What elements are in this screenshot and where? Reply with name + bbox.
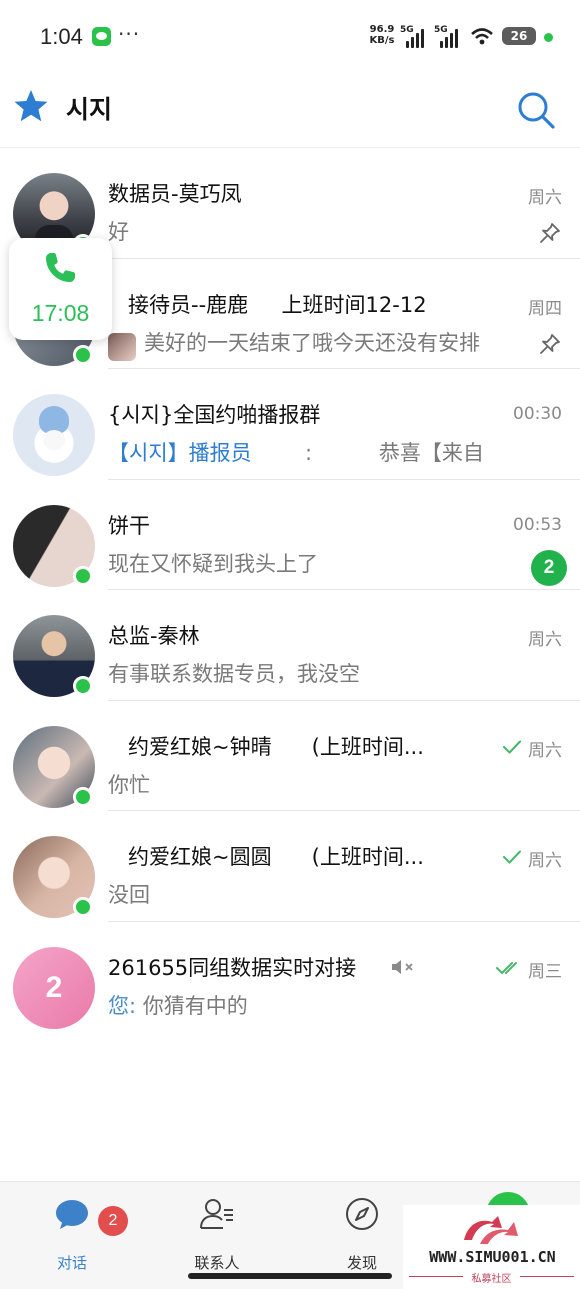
online-indicator [73,676,93,696]
contacts-icon [200,1199,233,1229]
wechat-notification-icon [92,27,111,46]
chat-name: 饼干 [108,513,150,538]
chat-bubble-icon [56,1200,88,1229]
watermark-logo-icon [464,1216,518,1244]
tab-chats[interactable]: 2 对话 [12,1194,132,1274]
pin-icon [540,333,560,354]
chat-time: 周三 [528,961,562,982]
chat-preview: 有事联系数据专员，我没空 [108,662,360,686]
chat-time: 00:53 [513,514,562,535]
chat-name: 261655同组数据实时对接 [108,955,357,980]
phone-icon [46,253,75,282]
online-indicator [73,344,93,365]
tab-label: 联系人 [194,1254,240,1272]
signal-icon-2: 5G [434,25,464,48]
chat-row[interactable]: 约爱红娘~钟晴 (上班时间... 你忙 周六 [0,701,580,811]
search-icon[interactable] [516,90,556,130]
chat-row[interactable]: {시지}全国约啪播报群 【시지】播报员 : 恭喜【来自 00:30 [0,369,580,480]
watermark-subtext: 私募社区 [471,1274,512,1285]
more-notifications-icon: ··· [118,22,141,46]
chat-time: 周六 [528,188,562,208]
chat-name: {시지}全国约啪播报群 [108,403,321,427]
chat-row[interactable]: 总监-秦林 有事联系数据专员，我没空 周六 [0,590,580,701]
online-indicator [73,565,93,586]
chat-preview: 现在又怀疑到我头上了 [108,551,318,576]
avatar [13,394,95,476]
tab-contacts[interactable]: 联系人 [157,1194,277,1274]
chat-row[interactable]: 饼干 现在又怀疑到我头上了 00:53 2 [0,480,580,590]
unread-badge: 2 [98,1206,128,1236]
chat-preview: 你忙 [108,772,150,797]
chat-name: 接待员--鹿鹿 上班时间12-12 [108,292,427,317]
chat-time: 周六 [528,740,562,761]
chat-time: 周四 [528,298,562,319]
preview-thumbnail [108,332,136,361]
compass-icon [346,1198,378,1230]
chat-preview: 没回 [108,883,150,907]
pin-icon [540,223,560,243]
home-indicator[interactable] [188,1273,392,1279]
chat-preview: 好 [108,220,129,244]
chat-preview: 【시지】播报员 : 恭喜【来自 [108,441,484,465]
call-duration: 17:08 [31,300,90,326]
status-dot [544,33,553,42]
muted-icon [392,959,413,974]
network-speed: 96.9 KB/s [369,24,395,46]
sent-check-icon [503,850,521,864]
watermark: WWW.SIMU001.CN 私募社区 [403,1205,580,1289]
chat-name: 总监-秦林 [108,624,200,648]
chat-name: 约爱红娘~圆圆 (上班时间... [108,845,424,869]
online-indicator [73,786,93,807]
signal-icon: 5G [400,25,430,48]
chat-time: 00:30 [513,404,562,424]
chat-name: 数据员-莫巧凤 [108,182,242,206]
chat-preview: 美好的一天结束了哦今天还没有安排 [144,330,480,355]
app-header: 시지 [0,74,580,148]
star-icon[interactable] [13,88,49,124]
chat-name: 约爱红娘~钟晴 (上班时间... [108,734,424,759]
status-time: 1:04 [40,24,83,49]
battery-icon: 26 [502,27,536,45]
watermark-text: WWW.SIMU001.CN [429,1248,556,1266]
chat-time: 周六 [528,630,562,650]
status-bar: 1:04 ··· 96.9 KB/s 5G 5G 26 [0,0,580,74]
online-indicator [73,897,93,917]
chat-time: 周六 [528,851,562,871]
tab-label: 对话 [56,1254,87,1272]
chat-row[interactable]: 2 261655同组数据实时对接 您: 你猜有中的 周三 [0,922,580,1033]
page-title: 시지 [66,95,113,124]
avatar: 2 [13,946,95,1029]
ongoing-call-widget[interactable]: 17:08 [9,238,112,340]
read-check-icon [496,961,517,974]
unread-badge: 2 [531,549,567,586]
chat-row[interactable]: 约爱红娘~圆圆 (上班时间... 没回 周六 [0,811,580,922]
wifi-icon [471,28,493,45]
chat-preview: 您: 你猜有中的 [108,993,248,1018]
sent-check-icon [503,740,521,753]
